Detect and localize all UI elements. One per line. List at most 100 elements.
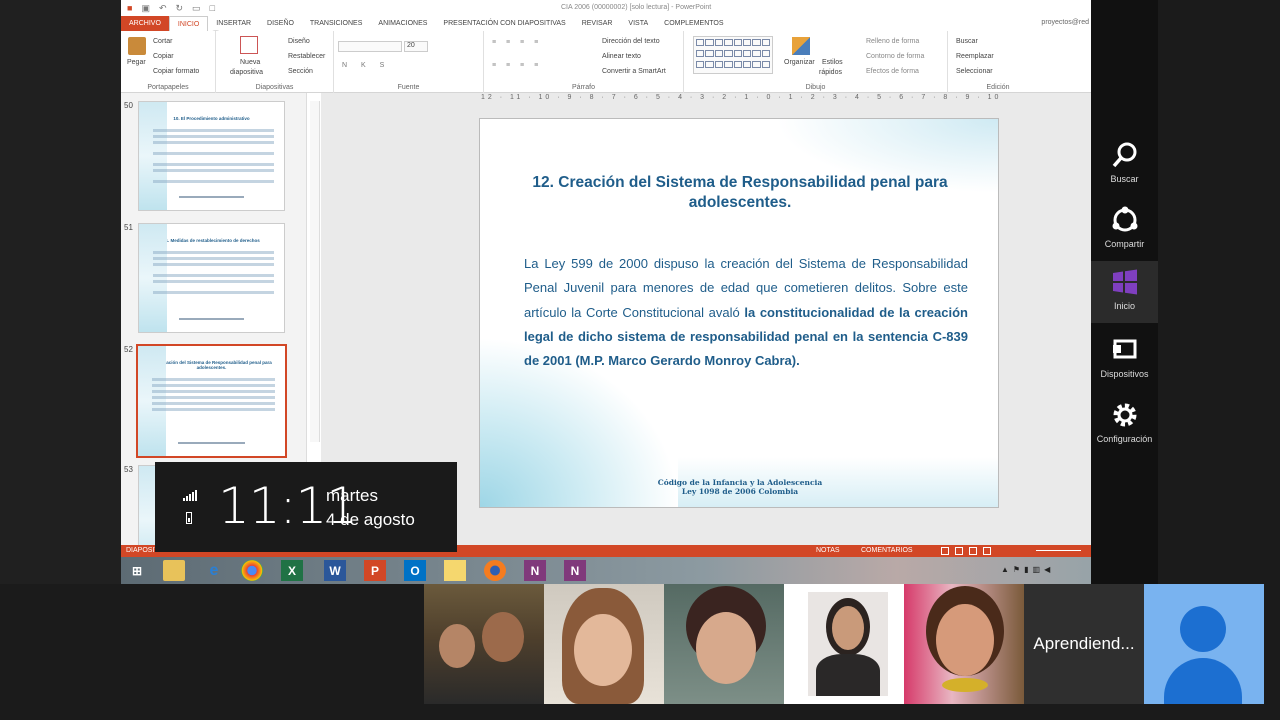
charm-share[interactable]: Compartir xyxy=(1091,199,1158,261)
charm-start[interactable]: Inicio xyxy=(1091,261,1158,323)
tab-complementos[interactable]: COMPLEMENTOS xyxy=(656,16,731,31)
editing-group: Buscar Reemplazar Seleccionar Edición xyxy=(948,31,1048,93)
copy-button[interactable]: Copiar xyxy=(153,53,174,60)
self-avatar-tile[interactable] xyxy=(1144,584,1264,704)
system-tray[interactable]: ▲ ⚑ ▮ ▥ ◀ xyxy=(1001,565,1050,574)
format-painter-button[interactable]: Copiar formato xyxy=(153,68,199,75)
onenote-alt-icon[interactable]: N xyxy=(564,560,586,581)
reset-button[interactable]: Restablecer xyxy=(288,53,325,60)
quick-styles-button[interactable]: Estilos xyxy=(822,59,843,66)
arrange-button[interactable]: Organizar xyxy=(784,59,815,66)
quick-access-toolbar: ■ ▣ ↶ ↻ ▭ □ xyxy=(127,3,215,14)
slide-thumbnail-51[interactable]: 11. Medidas de restablecimiento de derec… xyxy=(138,223,285,333)
firefox-icon[interactable] xyxy=(484,560,506,581)
smartart-button[interactable]: Convertir a SmartArt xyxy=(602,68,666,75)
tab-animaciones[interactable]: ANIMACIONES xyxy=(370,16,435,31)
notes-button[interactable]: NOTAS xyxy=(816,545,840,557)
tab-insertar[interactable]: INSERTAR xyxy=(208,16,259,31)
word-icon[interactable]: W xyxy=(324,560,346,581)
cut-button[interactable]: Cortar xyxy=(153,38,172,45)
list-buttons[interactable]: ≡ ≡ ≡ ≡ xyxy=(492,39,542,46)
participant-video-4[interactable] xyxy=(784,584,904,704)
file-explorer-icon[interactable] xyxy=(163,560,185,581)
slide-body-text[interactable]: La Ley 599 de 2000 dispuso la creación d… xyxy=(524,252,968,373)
tab-vista[interactable]: VISTA xyxy=(620,16,656,31)
avatar-body-icon xyxy=(1164,658,1242,704)
charm-label: Compartir xyxy=(1104,239,1145,249)
charm-search[interactable]: Buscar xyxy=(1091,134,1158,196)
save-icon[interactable]: ▣ xyxy=(141,3,150,14)
current-slide[interactable]: 12. Creación del Sistema de Responsabili… xyxy=(479,118,999,508)
slide-title[interactable]: 12. Creación del Sistema de Responsabili… xyxy=(520,173,960,213)
clock-day: martes xyxy=(326,486,378,505)
participant-video-3[interactable] xyxy=(664,584,784,704)
tray-arrow-icon[interactable]: ▲ xyxy=(1001,565,1009,574)
slide-thumbnail-52-selected[interactable]: 12. Creación del Sistema de Responsabili… xyxy=(136,344,287,458)
replace-button[interactable]: Reemplazar xyxy=(956,53,994,60)
zoom-slider[interactable] xyxy=(1036,550,1081,551)
reading-view-icon[interactable] xyxy=(969,547,977,555)
charm-settings[interactable]: Configuración xyxy=(1091,394,1158,456)
onenote-icon[interactable]: N xyxy=(524,560,546,581)
new-slide-button[interactable]: Nueva xyxy=(240,59,260,66)
participant-name-tile[interactable]: Aprendiend... xyxy=(1024,584,1144,704)
volume-icon[interactable]: ◀ xyxy=(1044,565,1050,574)
tab-inicio[interactable]: INICIO xyxy=(168,15,209,32)
font-size-box[interactable]: 20 xyxy=(404,41,428,52)
redo-icon[interactable]: ↻ xyxy=(176,3,184,14)
slideshow-icon[interactable] xyxy=(983,547,991,555)
quick-styles-button-line2[interactable]: rápidos xyxy=(819,69,842,76)
undo-icon[interactable]: ↶ xyxy=(159,3,167,14)
slide-sorter-icon[interactable] xyxy=(955,547,963,555)
flag-icon[interactable]: ⚑ xyxy=(1013,565,1020,574)
tab-transiciones[interactable]: TRANSICIONES xyxy=(302,16,371,31)
internet-explorer-icon[interactable]: e xyxy=(203,560,225,581)
arrange-icon[interactable] xyxy=(792,37,810,55)
network-icon[interactable]: ▥ xyxy=(1033,565,1041,574)
shape-fill-button[interactable]: Relleno de forma xyxy=(866,38,919,45)
align-text-button[interactable]: Alinear texto xyxy=(602,53,641,60)
font-style-buttons[interactable]: N K S xyxy=(342,62,390,69)
new-slide-icon[interactable] xyxy=(240,36,258,54)
participant-face xyxy=(439,624,475,668)
windows-start-icon[interactable]: ⊞ xyxy=(126,560,148,581)
paste-icon[interactable] xyxy=(128,37,146,55)
outlook-icon[interactable]: O xyxy=(404,560,426,581)
shape-outline-button[interactable]: Contorno de forma xyxy=(866,53,924,60)
tab-archivo[interactable]: ARCHIVO xyxy=(121,16,169,31)
layout-button[interactable]: Diseño xyxy=(288,38,310,45)
tab-revisar[interactable]: REVISAR xyxy=(574,16,621,31)
text-direction-button[interactable]: Dirección del texto xyxy=(602,38,660,45)
battery-icon[interactable]: ▮ xyxy=(1024,565,1028,574)
select-button[interactable]: Seleccionar xyxy=(956,68,993,75)
find-button[interactable]: Buscar xyxy=(956,38,978,45)
normal-view-icon[interactable] xyxy=(941,547,949,555)
gear-icon xyxy=(1113,403,1136,427)
thumb-number: 53 xyxy=(124,465,133,474)
new-slide-button-line2[interactable]: diapositiva xyxy=(230,69,263,76)
participant-face xyxy=(832,606,864,650)
tab-presentacion[interactable]: PRESENTACIÓN CON DIAPOSITIVAS xyxy=(435,16,573,31)
slide-thumbnail-50[interactable]: 10. El Procedimiento administrativo xyxy=(138,101,285,211)
new-icon[interactable]: □ xyxy=(210,3,215,14)
shape-effects-button[interactable]: Efectos de forma xyxy=(866,68,919,75)
powerpoint-logo-icon: ■ xyxy=(127,3,133,13)
start-from-beginning-icon[interactable]: ▭ xyxy=(192,3,201,14)
view-buttons[interactable] xyxy=(941,547,991,555)
participant-video-5[interactable] xyxy=(904,584,1024,704)
charm-devices[interactable]: Dispositivos xyxy=(1091,329,1158,391)
section-button[interactable]: Sección xyxy=(288,68,313,75)
tab-diseno[interactable]: DISEÑO xyxy=(259,16,302,31)
chrome-icon[interactable] xyxy=(241,560,263,581)
participant-video-2[interactable] xyxy=(544,584,664,704)
powerpoint-icon[interactable]: P xyxy=(364,560,386,581)
ribbon-tabs: ARCHIVO INICIO INSERTAR DISEÑO TRANSICIO… xyxy=(121,15,1091,32)
font-family-box[interactable] xyxy=(338,41,402,52)
excel-icon[interactable]: X xyxy=(281,560,303,581)
folder-icon[interactable] xyxy=(444,560,466,581)
thumb-number: 50 xyxy=(124,101,133,110)
participant-video-1[interactable] xyxy=(424,584,544,704)
align-buttons[interactable]: ≡ ≡ ≡ ≡ xyxy=(492,62,542,69)
paste-button[interactable]: Pegar xyxy=(127,59,146,66)
comments-button[interactable]: COMENTARIOS xyxy=(861,545,913,557)
